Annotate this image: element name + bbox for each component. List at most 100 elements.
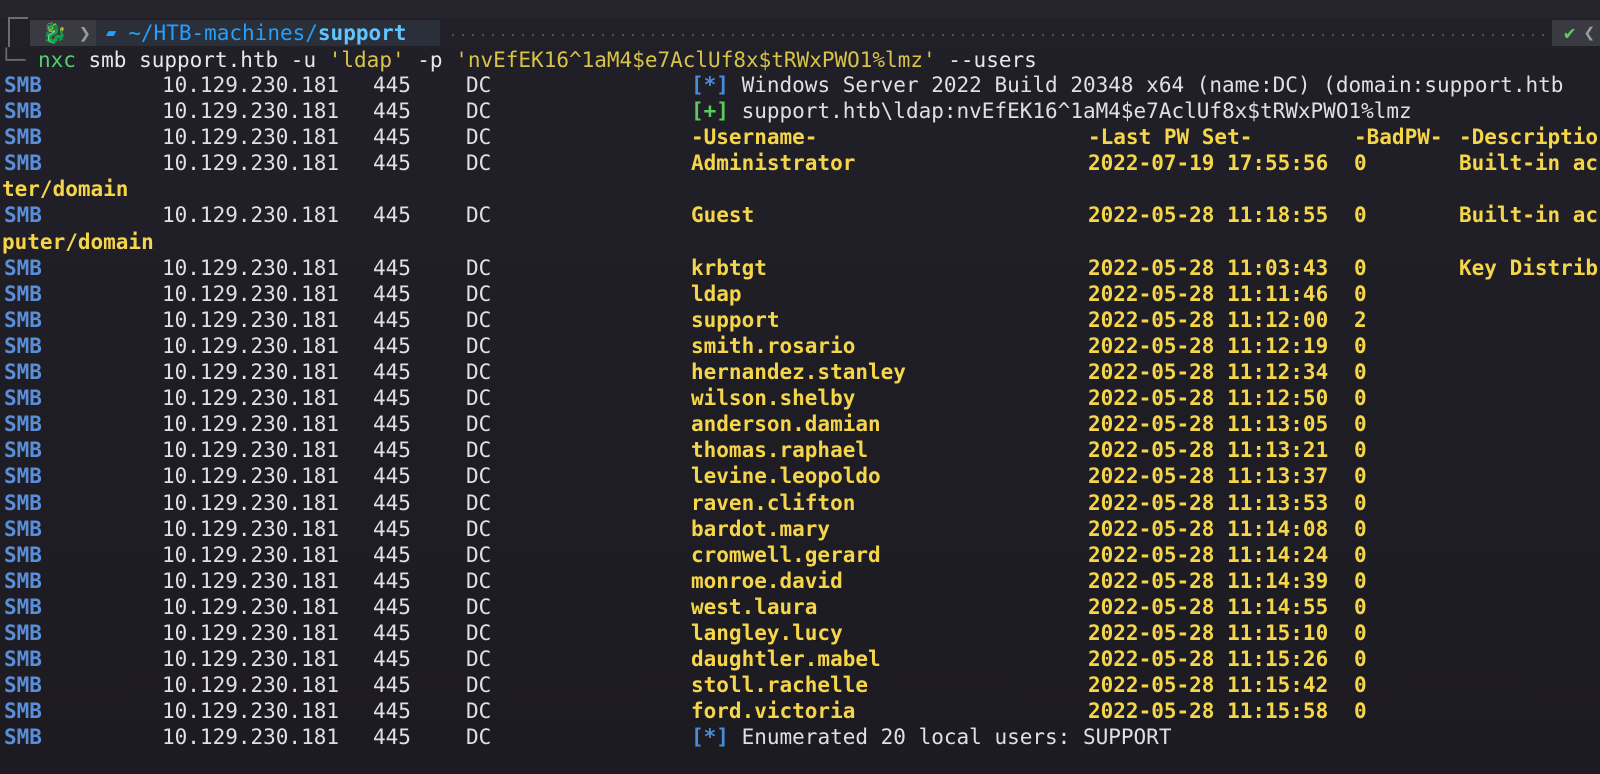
target-host: DC bbox=[466, 281, 492, 306]
user-row: SMB 10.129.230.181 445 DC anderson.damian 202… bbox=[0, 411, 1600, 437]
target-port: 445 bbox=[373, 281, 411, 306]
target-ip: 10.129.230.181 bbox=[162, 620, 340, 645]
target-host: DC bbox=[466, 255, 492, 280]
target-host: DC bbox=[466, 620, 492, 645]
target-ip: 10.129.230.181 bbox=[162, 647, 340, 672]
username: stoll.rachelle bbox=[691, 673, 869, 698]
user-row: SMB 10.129.230.181 445 DC hernandez.stanley 2… bbox=[0, 359, 1600, 385]
username: ford.victoria bbox=[691, 699, 856, 724]
target-port: 445 bbox=[373, 438, 411, 463]
output-row: SMB 10.129.230.181 445 DC [+] support.htb\ld… bbox=[0, 98, 1600, 124]
user-row: SMB 10.129.230.181 445 DC levine.leopoldo 202… bbox=[0, 463, 1600, 489]
protocol-label: SMB bbox=[4, 594, 42, 619]
protocol-label: SMB bbox=[4, 412, 42, 437]
username: support bbox=[691, 307, 780, 332]
username: ldap bbox=[691, 281, 742, 306]
description-wrap: puter/domain bbox=[2, 229, 154, 254]
user-row: SMB 10.129.230.181 445 DC smith.rosario 2022-… bbox=[0, 333, 1600, 359]
command-tool: nxc bbox=[37, 48, 76, 72]
bad-pw-count: 0 bbox=[1354, 203, 1367, 228]
user-row: SMB 10.129.230.181 445 DC daughtler.mabel 202… bbox=[0, 646, 1600, 672]
user-description: Key Distrib bbox=[1459, 255, 1599, 280]
target-port: 445 bbox=[373, 386, 411, 411]
target-host: DC bbox=[466, 516, 492, 541]
user-row: SMB 10.129.230.181 445 DC raven.clifton 2022-… bbox=[0, 490, 1600, 516]
user-row: SMB 10.129.230.181 445 DC stoll.rachelle 2022… bbox=[0, 672, 1600, 698]
user-description: Built-in ac bbox=[1459, 151, 1599, 176]
info-tag: [*] bbox=[691, 73, 729, 97]
target-host: DC bbox=[466, 438, 492, 463]
target-port: 445 bbox=[373, 99, 411, 124]
username: daughtler.mabel bbox=[691, 647, 881, 672]
user-row: SMB 10.129.230.181 445 DC bardot.mary 2022-05… bbox=[0, 516, 1600, 542]
target-host: DC bbox=[466, 542, 492, 567]
protocol-label: SMB bbox=[4, 490, 42, 515]
enum-summary: Enumerated 20 local users: SUPPORT bbox=[741, 725, 1172, 750]
target-port: 445 bbox=[373, 255, 411, 280]
protocol-label: SMB bbox=[4, 151, 42, 176]
user-row: SMB 10.129.230.181 445 DC cromwell.gerard 202… bbox=[0, 542, 1600, 568]
browser-bookmarks-strip bbox=[0, 0, 1600, 18]
target-host: DC bbox=[466, 151, 492, 176]
target-port: 445 bbox=[373, 151, 411, 176]
last-pw-set: 2022-05-28 11:12:34 bbox=[1088, 360, 1329, 385]
target-host: DC bbox=[466, 464, 492, 489]
target-host: DC bbox=[466, 125, 492, 150]
header-description: -Descriptio bbox=[1459, 125, 1599, 150]
user-row: SMB 10.129.230.181 445 DC west.laura 2022-05-… bbox=[0, 594, 1600, 620]
target-port: 445 bbox=[373, 647, 411, 672]
last-pw-set: 2022-05-28 11:18:55 bbox=[1088, 203, 1329, 228]
target-ip: 10.129.230.181 bbox=[162, 699, 340, 724]
target-ip: 10.129.230.181 bbox=[162, 594, 340, 619]
protocol-label: SMB bbox=[4, 438, 42, 463]
protocol-label: SMB bbox=[4, 699, 42, 724]
target-port: 445 bbox=[373, 490, 411, 515]
os-banner: Windows Server 2022 Build 20348 x64 (nam… bbox=[741, 73, 1564, 97]
chevron-left-icon: ❮ bbox=[1583, 22, 1595, 44]
protocol-label: SMB bbox=[4, 673, 42, 698]
header-pwset: -Last PW Set- bbox=[1088, 125, 1253, 150]
target-ip: 10.129.230.181 bbox=[162, 542, 340, 567]
protocol-label: SMB bbox=[4, 464, 42, 489]
terminal-window[interactable]: 🐉 ❯ ▰ ~/HTB-machines/support ✔ ❮ └─ nxc … bbox=[0, 0, 1600, 774]
target-host: DC bbox=[466, 386, 492, 411]
wrapped-line: ter/domain bbox=[0, 176, 1600, 202]
target-host: DC bbox=[466, 203, 492, 228]
target-ip: 10.129.230.181 bbox=[162, 386, 340, 411]
header-username: -Username- bbox=[691, 125, 818, 150]
last-pw-set: 2022-05-28 11:14:39 bbox=[1088, 568, 1329, 593]
target-port: 445 bbox=[373, 542, 411, 567]
last-pw-set: 2022-05-28 11:13:21 bbox=[1088, 438, 1329, 463]
target-port: 445 bbox=[373, 73, 411, 97]
bad-pw-count: 0 bbox=[1354, 360, 1367, 385]
last-pw-set: 2022-05-28 11:12:19 bbox=[1088, 333, 1329, 358]
auth-result: support.htb\ldap:nvEfEK16^1aM4$e7AclUf8x… bbox=[741, 99, 1412, 124]
protocol-label: SMB bbox=[4, 620, 42, 645]
output-row: SMB 10.129.230.181 445 DC [*] Windows Server… bbox=[0, 72, 1600, 98]
target-ip: 10.129.230.181 bbox=[162, 125, 340, 150]
path-prefix: ~/HTB-machines/ bbox=[128, 21, 318, 45]
bad-pw-count: 0 bbox=[1354, 673, 1367, 698]
success-tag: [+] bbox=[691, 99, 729, 124]
target-port: 445 bbox=[373, 516, 411, 541]
target-ip: 10.129.230.181 bbox=[162, 490, 340, 515]
user-row: SMB 10.129.230.181 445 DC monroe.david 2022-0… bbox=[0, 568, 1600, 594]
target-host: DC bbox=[466, 647, 492, 672]
bad-pw-count: 0 bbox=[1354, 620, 1367, 645]
target-host: DC bbox=[466, 568, 492, 593]
target-port: 445 bbox=[373, 203, 411, 228]
target-port: 445 bbox=[373, 412, 411, 437]
username: hernandez.stanley bbox=[691, 360, 906, 385]
target-ip: 10.129.230.181 bbox=[162, 673, 340, 698]
command-line[interactable]: └─ nxc smb support.htb -u 'ldap' -p 'nvE… bbox=[0, 47, 1037, 73]
target-host: DC bbox=[466, 333, 492, 358]
prompt-status-segment: ✔ ❮ bbox=[1552, 20, 1600, 46]
username: krbtgt bbox=[691, 255, 767, 280]
last-pw-set: 2022-05-28 11:12:00 bbox=[1088, 307, 1329, 332]
bad-pw-count: 0 bbox=[1354, 412, 1367, 437]
wrapped-line: puter/domain bbox=[0, 229, 1600, 255]
last-pw-set: 2022-05-28 11:12:50 bbox=[1088, 386, 1329, 411]
target-host: DC bbox=[466, 673, 492, 698]
bad-pw-count: 0 bbox=[1354, 438, 1367, 463]
output-lines: SMB 10.129.230.181 445 DC [*] Windows Server… bbox=[0, 72, 1600, 750]
